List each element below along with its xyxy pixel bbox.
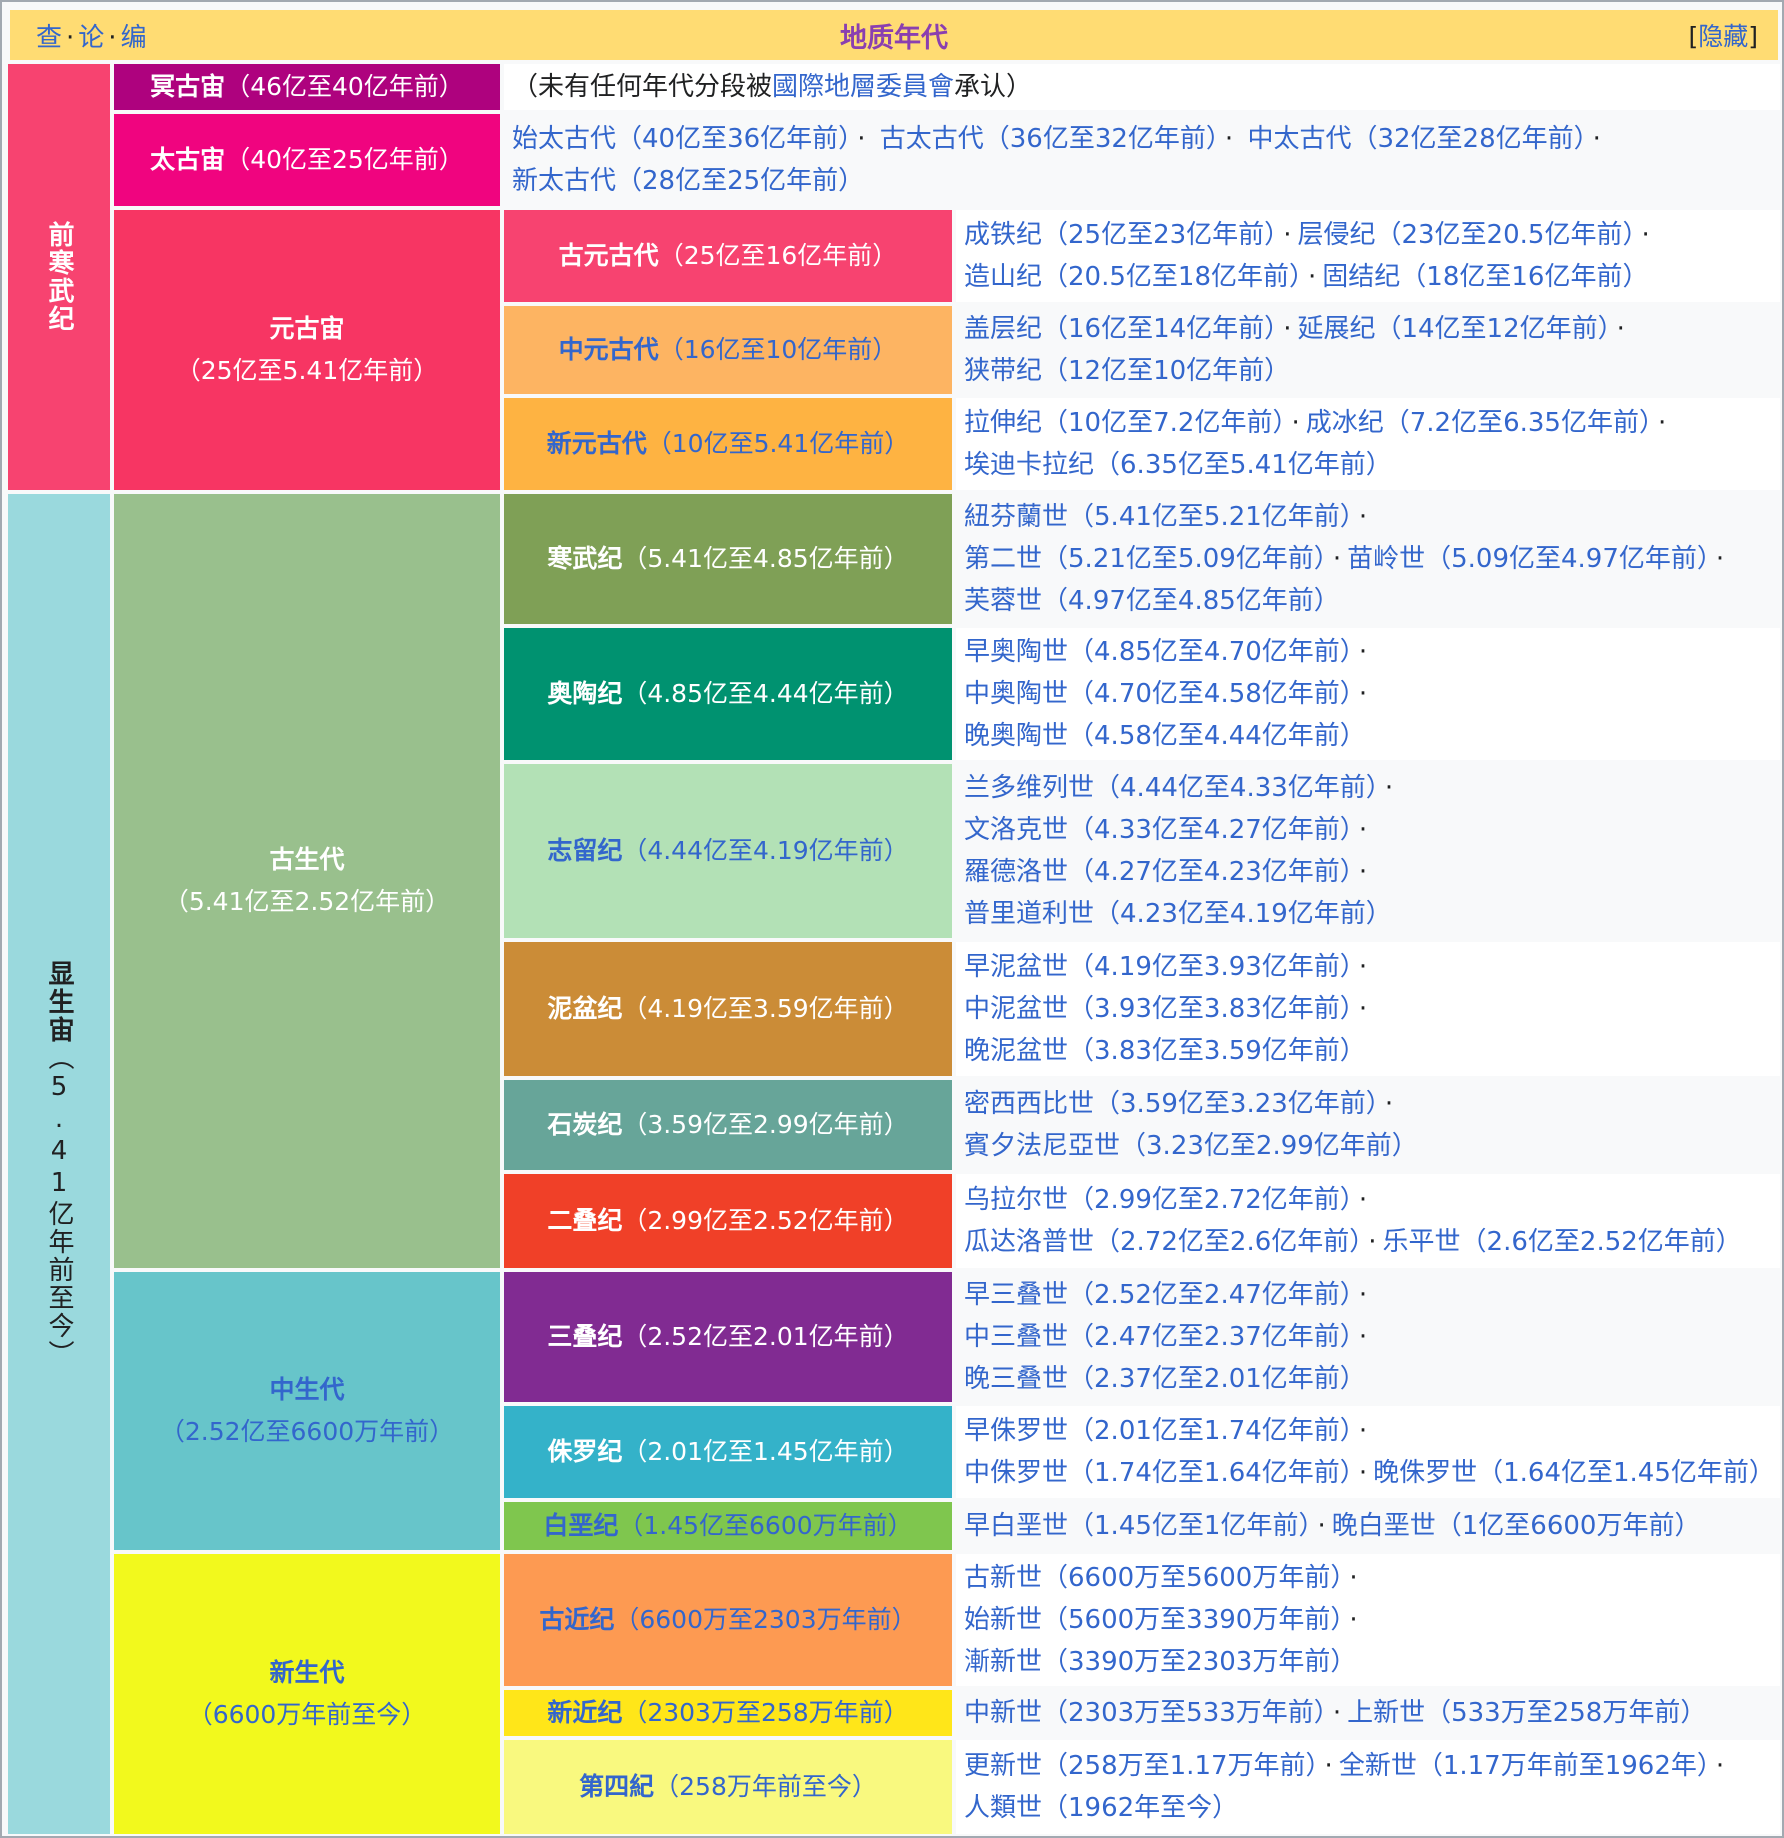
period-silurian[interactable]: 志留纪（4.44亿至4.19亿年前） [504,764,952,938]
geologic-timescale-navbox: 查 · 论 · 编 地质年代 [隐藏] 前寒武纪 显生宙（5.41亿年前至今） 冥古宙（… [0,0,1784,1838]
epoch-anthropocene[interactable]: 人類世（1962年至今） [964,1793,1238,1823]
era-mesozoic[interactable]: 中生代 （2.52亿至6600万年前） [114,1272,500,1550]
epoch-oligocene[interactable]: 漸新世（3390万至2303万年前） [964,1647,1356,1677]
epoch-middle-jurassic[interactable]: 中侏罗世（1.74亿至1.64亿年前） [964,1458,1353,1488]
icc-link[interactable]: 國際地層委員會 [772,72,954,102]
permian-epochs: 乌拉尔世（2.99亿至2.72亿年前） · 瓜达洛普世（2.72亿至2.6亿年前）… [956,1174,1780,1268]
period-paleogene[interactable]: 古近纪（6600万至2303万年前） [504,1554,952,1686]
epoch-ludlow[interactable]: 羅德洛世（4.27亿至4.23亿年前） [964,857,1353,887]
eon-proterozoic[interactable]: 元古宙 （25亿至5.41亿年前） [114,210,500,490]
epoch-miaolingian[interactable]: 苗岭世（5.09亿至4.97亿年前） [1347,544,1710,574]
epoch-middle-triassic[interactable]: 中三叠世（2.47亿至2.37亿年前） [964,1322,1353,1352]
period-statherian[interactable]: 固结纪（18亿至16亿年前） [1322,262,1648,292]
period-ordovician[interactable]: 奥陶纪（4.85亿至4.44亿年前） [504,628,952,760]
silurian-epochs: 兰多维列世（4.44亿至4.33亿年前） · 文洛克世（4.33亿至4.27亿年前… [956,764,1780,938]
mesoproterozoic-periods: 盖层纪（16亿至14亿年前） · 延展纪（14亿至12亿年前） · 狭带纪（12亿至1… [956,306,1780,394]
epoch-eocene[interactable]: 始新世（5600万至3390万年前） [964,1605,1343,1635]
period-calymmian[interactable]: 盖层纪（16亿至14亿年前） [964,314,1277,344]
epoch-mississippian[interactable]: 密西西比世（3.59亿至3.23亿年前） [964,1089,1379,1119]
cretaceous-epochs: 早白垩世（1.45亿至1亿年前） · 晚白垩世（1亿至6600万年前） [956,1502,1780,1550]
era-cenozoic[interactable]: 新生代 （6600万年前至今） [114,1554,500,1834]
period-cryogenian[interactable]: 成冰纪（7.2亿至6.35亿年前） [1306,408,1652,438]
epoch-early-devonian[interactable]: 早泥盆世（4.19亿至3.93亿年前） [964,952,1353,982]
eon-precambrian[interactable]: 前寒武纪 [8,64,110,490]
epoch-early-jurassic[interactable]: 早侏罗世（2.01亿至1.74亿年前） [964,1416,1353,1446]
jurassic-epochs: 早侏罗世（2.01亿至1.74亿年前） · 中侏罗世（1.74亿至1.64亿年前）… [956,1406,1780,1498]
hadean-note: （未有任何年代分段被國際地層委員會承认） [504,64,1780,110]
period-carboniferous[interactable]: 石炭纪（3.59亿至2.99亿年前） [504,1080,952,1170]
neogene-epochs: 中新世（2303万至533万年前） · 上新世（533万至258万年前） [956,1690,1780,1736]
period-cretaceous[interactable]: 白垩纪（1.45亿至6600万年前） [504,1502,952,1550]
quaternary-epochs: 更新世（258万至1.17万年前） · 全新世（1.17万年前至1962年） · 人類… [956,1740,1780,1834]
eon-phanerozoic-label[interactable]: 显生宙（5.41亿年前至今） [44,960,74,1368]
period-neogene[interactable]: 新近纪（2303万至258万年前） [504,1690,952,1736]
period-stenian[interactable]: 狭带纪（12亿至10亿年前） [964,356,1290,386]
epoch-cisuralian[interactable]: 乌拉尔世（2.99亿至2.72亿年前） [964,1185,1353,1215]
epoch-late-cretaceous[interactable]: 晚白垩世（1亿至6600万年前） [1332,1511,1701,1541]
epoch-middle-devonian[interactable]: 中泥盆世（3.93亿至3.83亿年前） [964,994,1353,1024]
epoch-early-triassic[interactable]: 早三叠世（2.52亿至2.47亿年前） [964,1280,1353,1310]
period-cambrian[interactable]: 寒武纪（5.41亿至4.85亿年前） [504,494,952,624]
epoch-pennsylvanian[interactable]: 賓夕法尼亞世（3.23亿至2.99亿年前） [964,1131,1418,1161]
eon-archean[interactable]: 太古宙（40亿至25亿年前） [114,114,500,206]
period-siderian[interactable]: 成铁纪（25亿至23亿年前） [964,220,1277,250]
paleoproterozoic-periods: 成铁纪（25亿至23亿年前） · 层侵纪（23亿至20.5亿年前） · 造山纪（20.… [956,210,1780,302]
triassic-epochs: 早三叠世（2.52亿至2.47亿年前） · 中三叠世（2.47亿至2.37亿年前）… [956,1272,1780,1402]
period-orosirian[interactable]: 造山纪（20.5亿至18亿年前） [964,262,1302,292]
period-permian[interactable]: 二叠纪（2.99亿至2.52亿年前） [504,1174,952,1268]
epoch-late-triassic[interactable]: 晚三叠世（2.37亿至2.01亿年前） [964,1364,1366,1394]
carboniferous-epochs: 密西西比世（3.59亿至3.23亿年前） · 賓夕法尼亞世（3.23亿至2.99亿… [956,1080,1780,1170]
hide-toggle-label[interactable]: 隐藏 [1698,22,1748,51]
epoch-terreneuvian[interactable]: 紐芬蘭世（5.41亿至5.21亿年前） [964,502,1353,532]
epoch-middle-ordovician[interactable]: 中奥陶世（4.70亿至4.58亿年前） [964,679,1353,709]
epoch-early-ordovician[interactable]: 早奥陶世（4.85亿至4.70亿年前） [964,637,1353,667]
era-mesoarchean[interactable]: 中太古代（32亿至28亿年前） [1247,124,1586,154]
epoch-holocene[interactable]: 全新世（1.17万年前至1962年） [1339,1751,1710,1781]
devonian-epochs: 早泥盆世（4.19亿至3.93亿年前） · 中泥盆世（3.93亿至3.83亿年前）… [956,942,1780,1076]
epoch-late-ordovician[interactable]: 晚奥陶世（4.58亿至4.44亿年前） [964,721,1366,751]
paleogene-epochs: 古新世（6600万至5600万年前） · 始新世（5600万至3390万年前） · … [956,1554,1780,1686]
epoch-wenlock[interactable]: 文洛克世（4.33亿至4.27亿年前） [964,815,1353,845]
epoch-pridoli[interactable]: 普里道利世（4.23亿至4.19亿年前） [964,899,1392,929]
cambrian-epochs: 紐芬蘭世（5.41亿至5.21亿年前） · 第二世（5.21亿至5.09亿年前） ·… [956,494,1780,624]
era-eoarchean[interactable]: 始太古代（40亿至36亿年前） [512,124,851,154]
hadean-name[interactable]: 冥古宙 [150,72,225,101]
period-ectasian[interactable]: 延展纪（14亿至12亿年前） [1297,314,1610,344]
eon-precambrian-label[interactable]: 前寒武纪 [44,221,74,333]
era-neoarchean[interactable]: 新太古代（28亿至25亿年前） [512,166,864,196]
archean-eras-list: 始太古代（40亿至36亿年前） · 古太古代（36亿至32亿年前） · 中太古代（3… [504,114,1780,206]
era-paleoproterozoic[interactable]: 古元古代（25亿至16亿年前） [504,210,952,302]
eon-hadean[interactable]: 冥古宙（46亿至40亿年前） [114,64,500,110]
navbox-title[interactable]: 地质年代 [10,16,1778,55]
epoch-furongian[interactable]: 芙蓉世（4.97亿至4.85亿年前） [964,586,1340,616]
era-neoproterozoic[interactable]: 新元古代（10亿至5.41亿年前） [504,398,952,490]
epoch-late-devonian[interactable]: 晚泥盆世（3.83亿至3.59亿年前） [964,1036,1366,1066]
epoch-lopingian[interactable]: 乐平世（2.6亿至2.52亿年前） [1383,1227,1742,1257]
period-rhyacian[interactable]: 层侵纪（23亿至20.5亿年前） [1297,220,1635,250]
neoproterozoic-periods: 拉伸纪（10亿至7.2亿年前） · 成冰纪（7.2亿至6.35亿年前） · 埃迪卡拉纪… [956,398,1780,490]
hide-toggle[interactable]: [隐藏] [1688,17,1758,53]
period-quaternary[interactable]: 第四紀（258万年前至今） [504,1740,952,1834]
period-ediacaran[interactable]: 埃迪卡拉纪（6.35亿至5.41亿年前） [964,450,1392,480]
period-triassic[interactable]: 三叠纪（2.52亿至2.01亿年前） [504,1272,952,1402]
epoch-early-cretaceous[interactable]: 早白垩世（1.45亿至1亿年前） [964,1511,1311,1541]
epoch-series2[interactable]: 第二世（5.21亿至5.09亿年前） [964,544,1327,574]
navbox-header: 查 · 论 · 编 地质年代 [隐藏] [10,10,1778,60]
period-devonian[interactable]: 泥盆纪（4.19亿至3.59亿年前） [504,942,952,1076]
era-paleoarchean[interactable]: 古太古代（36亿至32亿年前） [880,124,1219,154]
epoch-pleistocene[interactable]: 更新世（258万至1.17万年前） [964,1751,1319,1781]
epoch-paleocene[interactable]: 古新世（6600万至5600万年前） [964,1563,1343,1593]
period-tonian[interactable]: 拉伸纪（10亿至7.2亿年前） [964,408,1285,438]
ordovician-epochs: 早奥陶世（4.85亿至4.70亿年前） · 中奥陶世（4.70亿至4.58亿年前）… [956,628,1780,760]
epoch-llandovery[interactable]: 兰多维列世（4.44亿至4.33亿年前） [964,773,1379,803]
period-jurassic[interactable]: 侏罗纪（2.01亿至1.45亿年前） [504,1406,952,1498]
era-mesoproterozoic[interactable]: 中元古代（16亿至10亿年前） [504,306,952,394]
epoch-late-jurassic[interactable]: 晚侏罗世（1.64亿至1.45亿年前） [1373,1458,1775,1488]
epoch-miocene[interactable]: 中新世（2303万至533万年前） [964,1698,1327,1728]
epoch-pliocene[interactable]: 上新世（533万至258万年前） [1347,1698,1706,1728]
eon-phanerozoic[interactable]: 显生宙（5.41亿年前至今） [8,494,110,1834]
epoch-guadalupian[interactable]: 瓜达洛普世（2.72亿至2.6亿年前） [964,1227,1362,1257]
era-paleozoic[interactable]: 古生代 （5.41亿至2.52亿年前） [114,494,500,1268]
